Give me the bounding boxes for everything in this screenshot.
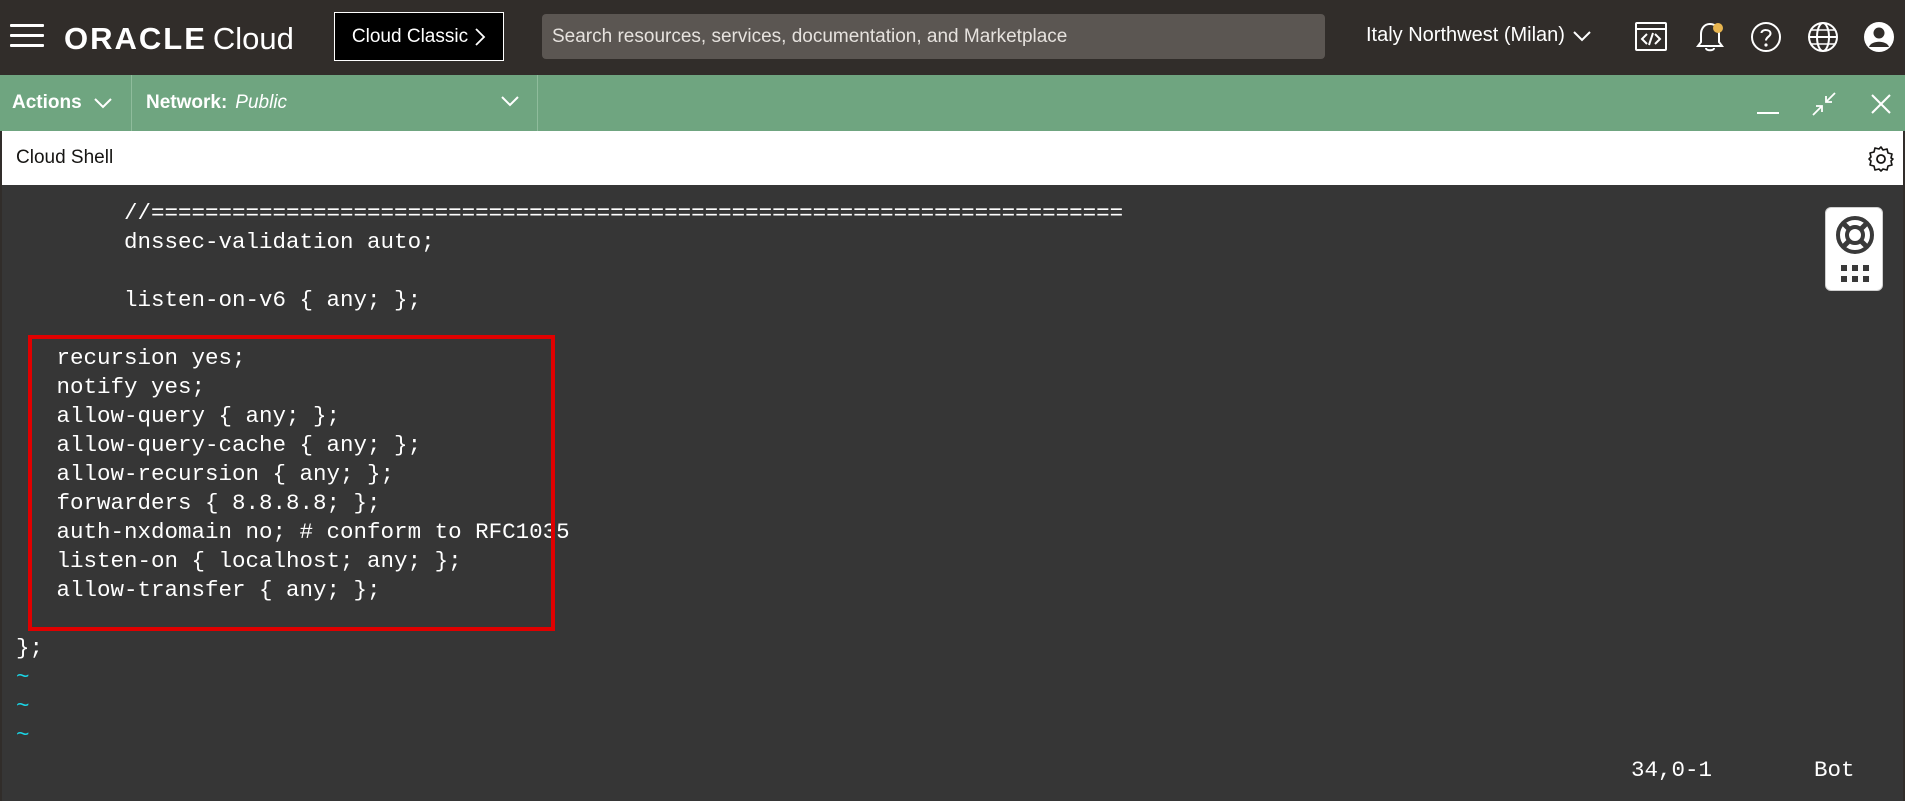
chevron-down-icon — [93, 98, 112, 109]
developer-tools-icon[interactable] — [1634, 20, 1668, 54]
terminal-line: dnssec-validation auto; — [16, 229, 435, 255]
top-navigation-bar: ORACLECloud Cloud Classic Italy Northwes… — [0, 0, 1905, 75]
help-widget — [1825, 207, 1883, 291]
apps-grid-icon[interactable] — [1840, 264, 1870, 284]
chevron-down-icon — [501, 96, 519, 107]
menu-icon[interactable] — [10, 24, 44, 48]
help-icon[interactable] — [1749, 20, 1783, 54]
terminal-output[interactable]: //======================================… — [2, 185, 1903, 801]
vim-empty-line-marker: ~ — [16, 722, 30, 748]
logo-brand: ORACLE — [64, 21, 207, 56]
terminal-line: //======================================… — [16, 200, 1124, 226]
close-icon[interactable] — [1868, 91, 1894, 117]
terminal-line: listen-on-v6 { any; }; — [16, 287, 422, 313]
cloud-classic-label: Cloud Classic — [351, 25, 469, 47]
terminal-line: }; — [16, 635, 44, 661]
language-globe-icon[interactable] — [1806, 20, 1840, 54]
network-selector[interactable]: Network: Public — [132, 75, 538, 131]
search-input[interactable] — [542, 14, 1325, 59]
lifebuoy-help-icon[interactable] — [1835, 215, 1875, 255]
oracle-cloud-logo[interactable]: ORACLE Cloud — [64, 22, 294, 56]
profile-icon[interactable] — [1862, 20, 1896, 54]
minimize-icon[interactable] — [1755, 91, 1781, 117]
cursor-position: 34,0-1 — [1631, 757, 1713, 783]
logo-product: Cloud — [212, 21, 294, 56]
network-label: Network: — [146, 92, 228, 113]
region-label: Italy Northwest (Milan) — [1366, 24, 1565, 46]
gear-icon[interactable] — [1867, 145, 1895, 173]
chevron-down-icon — [1573, 30, 1591, 41]
cloud-shell-title-bar: Cloud Shell — [2, 131, 1903, 185]
cloud-shell-action-bar: Actions Network: Public — [0, 75, 1905, 131]
vim-empty-line-marker: ~ — [16, 693, 30, 719]
chevron-right-icon — [475, 27, 486, 46]
cloud-classic-button[interactable]: Cloud Classic — [334, 12, 504, 61]
actions-menu-button[interactable]: Actions — [0, 75, 132, 131]
actions-label: Actions — [12, 92, 82, 113]
vim-empty-line-marker: ~ — [16, 664, 30, 690]
region-selector[interactable]: Italy Northwest (Milan) — [1366, 24, 1591, 47]
notifications-bell-icon[interactable] — [1693, 20, 1727, 54]
search-bar[interactable] — [542, 14, 1325, 59]
highlight-annotation-box — [28, 335, 555, 631]
restore-icon[interactable] — [1811, 91, 1837, 117]
scroll-position: Bot — [1814, 757, 1855, 783]
cloud-shell-title: Cloud Shell — [16, 147, 114, 168]
network-value: Public — [235, 92, 288, 113]
